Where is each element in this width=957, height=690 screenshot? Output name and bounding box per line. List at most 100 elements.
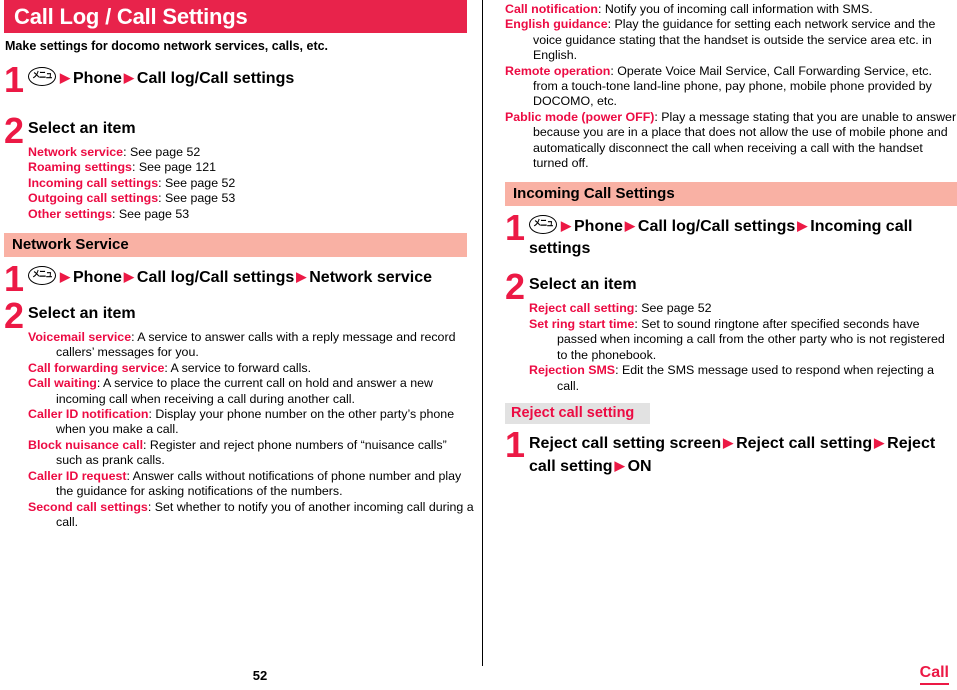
list-item: Caller ID notification: Display your pho… [28,407,476,438]
list-item: Roaming settings: See page 121 [28,160,476,175]
arrow-icon: ▶ [797,218,808,234]
step-operation: Reject call setting screen ▶ Reject call s… [529,432,957,478]
step-title: Select an item [529,276,637,294]
operation-part: Phone [574,218,623,236]
arrow-icon: ▶ [296,269,307,285]
term-desc: : See page 52 [634,301,712,316]
operation-part: Call log/Call settings [136,70,295,87]
term-label: Network service [28,145,124,159]
arrow-icon: ▶ [123,269,134,285]
definition-list-continued: Call notification: Notify you of incomin… [505,2,957,171]
term-label: Outgoing call settings [28,191,159,206]
term-label: Incoming call settings [28,175,159,190]
arrow-icon: ▶ [123,70,134,85]
term-label: Voicemail service [28,330,132,345]
operation-part: Phone [73,269,122,287]
term-label: Caller ID request [28,468,127,483]
section-header-reject-call-setting-wrap: Reject call setting [505,402,957,424]
term-label: Rejection SMS [529,363,616,378]
term-label: Reject call setting [529,301,635,316]
list-item: Outgoing call settings: See page 53 [28,191,476,206]
term-label: Roaming settings [28,160,132,175]
step-number: 1 [505,207,526,249]
step-1-intro: 1 メニュー▶Phone▶Call log/Call settings [4,62,476,98]
step-2-intro: 2 Select an item Network service: See pa… [4,113,476,222]
list-item: Set ring start time: Set to sound ringto… [529,317,957,363]
list-item: Call notification: Notify you of incomin… [505,2,957,17]
term-desc: : A service to forward calls. [164,360,312,375]
page-title: Call Log / Call Settings [4,0,467,33]
term-label: Call waiting [28,376,97,391]
left-column: Call Log / Call Settings Make settings f… [4,0,476,662]
menu-key-icon[interactable]: メニュー [529,215,557,235]
term-label: English guidance [505,17,608,32]
operation-part: Reject call setting [736,434,873,452]
term-label: Second call settings [28,499,148,514]
section-header-reject-call-setting: Reject call setting [505,402,651,424]
operation-part: Call log/Call settings [136,269,295,287]
arrow-icon: ▶ [723,434,734,450]
definition-list: Reject call setting: See page 52 Set rin… [529,301,957,393]
list-item: Rejection SMS: Edit the SMS message used… [529,363,957,394]
page-subtitle: Make settings for docomo network service… [5,39,329,53]
term-label: Set ring start time [529,316,635,331]
column-divider [482,0,483,666]
step-1-reject-call-setting: 1 Reject call setting screen ▶ Reject call… [505,426,957,478]
operation-part: Reject call setting screen [529,434,722,452]
term-label: Remote operation [505,63,611,78]
list-item: Reject call setting: See page 52 [529,301,957,316]
term-label: Other settings [28,206,112,221]
term-desc: : See page 52 [158,175,236,190]
manual-page: Call Log / Call Settings Make settings f… [0,0,957,690]
arrow-icon: ▶ [60,269,70,285]
step-title: Select an item [28,120,136,137]
page-number: 52 [252,668,268,683]
step-number: 2 [4,110,25,151]
list-item: Pablic mode (power OFF): Play a message … [505,110,957,172]
menu-key-icon[interactable]: メニュー [28,266,56,286]
step-title: Select an item [28,305,136,323]
term-label: Call notification [505,2,598,16]
chapter-tab: Call [919,664,949,685]
step-number: 1 [4,258,25,300]
term-label: Block nuisance call [28,437,144,452]
step-operation: メニュー▶Phone▶Call log/Call settings▶Networ… [28,266,476,289]
term-desc: : A service to place the current call on… [56,376,433,406]
term-desc: : See page 52 [123,145,201,159]
arrow-icon: ▶ [614,457,625,473]
arrow-icon: ▶ [624,218,635,234]
menu-key-icon[interactable]: メニュー [28,67,56,86]
step-1-network-service: 1 メニュー▶Phone▶Call log/Call settings▶Netw… [4,261,476,297]
list-item: Caller ID request: Answer calls without … [28,469,476,500]
list-item: Other settings: See page 53 [28,207,476,222]
step-1-incoming-call-settings: 1 メニュー▶Phone▶Call log/Call settings▶Inco… [505,210,957,260]
step-operation: メニュー▶Phone▶Call log/Call settings [28,67,476,90]
term-desc: : Notify you of incoming call informatio… [597,2,873,16]
operation-part: Call log/Call settings [637,218,796,236]
step-number: 1 [4,59,25,100]
operation-part: Phone [73,70,122,87]
definition-list: Voicemail service: A service to answer c… [28,330,476,530]
step-number: 2 [505,266,526,308]
arrow-icon: ▶ [561,218,571,234]
term-desc: : See page 121 [131,160,217,175]
step-2-network-service: 2 Select an item Voicemail service: A se… [4,298,476,530]
list-item: Remote operation: Operate Voice Mail Ser… [505,64,957,110]
arrow-icon: ▶ [874,434,885,450]
operation-part: ON [627,457,652,475]
term-desc: : See page 53 [158,191,236,206]
term-label: Caller ID notification [28,407,149,422]
step-number: 2 [4,295,25,337]
list-item: Call forwarding service: A service to fo… [28,361,476,376]
section-header-network-service: Network Service [4,233,467,258]
list-item: Call waiting: A service to place the cur… [28,376,476,407]
arrow-icon: ▶ [60,70,70,85]
step-number: 1 [505,423,526,465]
step-2-incoming-call-settings: 2 Select an item Reject call setting: Se… [505,269,957,393]
term-label: Call forwarding service [28,360,165,375]
definition-list: Network service: See page 52 Roaming set… [28,145,476,222]
list-item: Voicemail service: A service to answer c… [28,330,476,361]
list-item: Incoming call settings: See page 52 [28,176,476,191]
list-item: Network service: See page 52 [28,145,476,160]
list-item: Second call settings: Set whether to not… [28,500,476,531]
